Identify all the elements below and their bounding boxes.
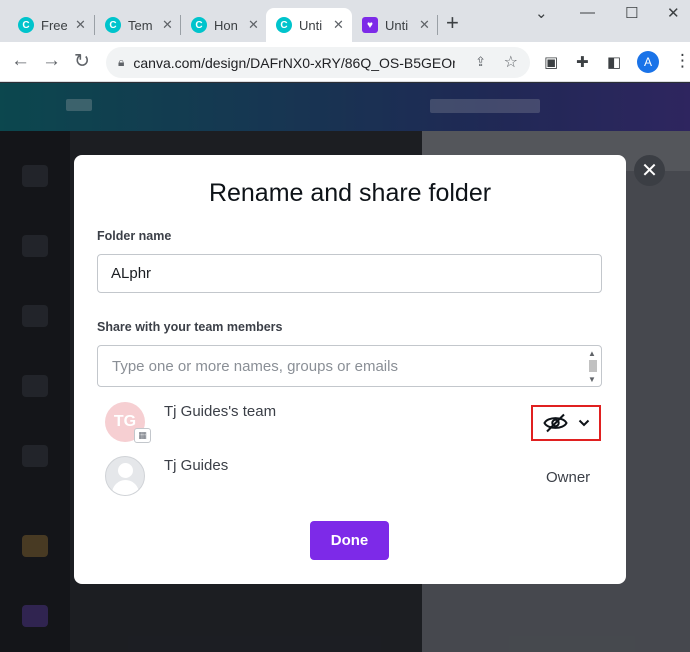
reload-icon[interactable]: ↻	[74, 50, 90, 73]
share-label: Share with your team members	[97, 320, 283, 334]
url-text: canva.com/design/DAFrNX0-xRY/86Q_OS-B5GE…	[133, 54, 456, 71]
close-tab-icon[interactable]: ✕	[162, 17, 173, 33]
browser-tab-2[interactable]: C Tem ✕	[95, 8, 173, 42]
browser-tab-1[interactable]: C Free ✕	[8, 8, 86, 42]
window-close-icon[interactable]: ✕	[667, 4, 680, 22]
team-initials: TG	[113, 413, 137, 430]
tab-title: Free	[41, 17, 67, 33]
tab-title: Tem	[128, 17, 153, 33]
share-icon[interactable]: ⇪	[475, 54, 486, 70]
back-arrow-icon[interactable]: ←	[11, 50, 30, 72]
permission-dropdown[interactable]	[531, 405, 601, 441]
forward-arrow-icon[interactable]: →	[42, 50, 61, 72]
chevron-down-icon	[578, 419, 590, 427]
rename-share-dialog: Rename and share folder Folder name ALph…	[74, 155, 626, 584]
canva-icon: C	[191, 17, 207, 33]
avatar-head	[118, 463, 133, 478]
team-avatar: TG ▦	[105, 402, 151, 443]
member-name: Tj Guides	[164, 457, 229, 474]
close-dialog-icon[interactable]: ✕	[634, 155, 665, 186]
close-tab-icon[interactable]: ✕	[333, 17, 344, 33]
dialog-title: Rename and share folder	[208, 179, 492, 207]
browser-tab-4-active[interactable]: C Unti ✕	[266, 8, 352, 42]
bookmark-star-icon[interactable]: ☆	[504, 52, 518, 72]
scroll-down-icon[interactable]: ▼	[588, 375, 596, 384]
scroll-thumb[interactable]	[589, 360, 597, 372]
close-tab-icon[interactable]: ✕	[248, 17, 259, 33]
tab-search-icon[interactable]: ⌄	[535, 4, 548, 22]
owner-role-label: Owner	[546, 469, 591, 486]
done-button[interactable]: Done	[310, 521, 389, 560]
tab-separator	[437, 15, 438, 35]
input-scrollbar[interactable]: ▲ ▼	[586, 347, 600, 385]
canva-icon: C	[18, 17, 34, 33]
extensions-puzzle-icon[interactable]: ✚	[576, 53, 589, 71]
folder-name-label: Folder name	[97, 229, 172, 243]
building-icon: ▦	[134, 428, 151, 443]
tab-title: Hon	[214, 17, 238, 33]
member-row-team: TG ▦ Tj Guides's team	[105, 402, 565, 443]
minimize-icon[interactable]: —	[580, 4, 595, 21]
folder-name-input[interactable]: ALphr	[97, 254, 602, 293]
tab-title: Unti	[385, 17, 409, 33]
gift-icon: ♥	[362, 17, 378, 33]
user-avatar	[105, 456, 145, 496]
share-members-input[interactable]: Type one or more names, groups or emails…	[97, 345, 602, 387]
profile-avatar[interactable]: A	[637, 51, 659, 73]
canva-icon: C	[105, 17, 121, 33]
lock-icon: 🔒︎	[118, 55, 125, 69]
browser-tab-5[interactable]: ♥ Unti ✕	[352, 8, 430, 42]
scroll-up-icon[interactable]: ▲	[588, 349, 596, 358]
side-panel-icon[interactable]: ◧	[607, 53, 621, 71]
menu-kebab-icon[interactable]: ⋮	[674, 51, 690, 71]
screenshot-icon[interactable]: ▣	[544, 53, 558, 71]
browser-toolbar: ← → ↻ 🔒︎ canva.com/design/DAFrNX0-xRY/86…	[0, 42, 690, 82]
share-input-placeholder: Type one or more names, groups or emails	[112, 357, 398, 375]
tab-title: Unti	[299, 17, 323, 33]
canva-icon: C	[276, 17, 292, 33]
member-row-owner: Tj Guides	[105, 456, 565, 496]
address-bar[interactable]: 🔒︎ canva.com/design/DAFrNX0-xRY/86Q_OS-B…	[106, 47, 530, 78]
close-tab-icon[interactable]: ✕	[75, 17, 86, 33]
maximize-icon[interactable]: ☐	[625, 4, 638, 22]
close-tab-icon[interactable]: ✕	[419, 17, 430, 33]
tab-strip: C Free ✕ C Tem ✕ C Hon ✕ C Unti ✕ ♥ Unti…	[0, 0, 690, 42]
eye-off-icon	[543, 413, 568, 433]
browser-tab-3[interactable]: C Hon ✕	[181, 8, 259, 42]
avatar-body	[112, 480, 139, 495]
member-name: Tj Guides's team	[164, 403, 277, 420]
new-tab-button[interactable]: +	[446, 12, 459, 34]
